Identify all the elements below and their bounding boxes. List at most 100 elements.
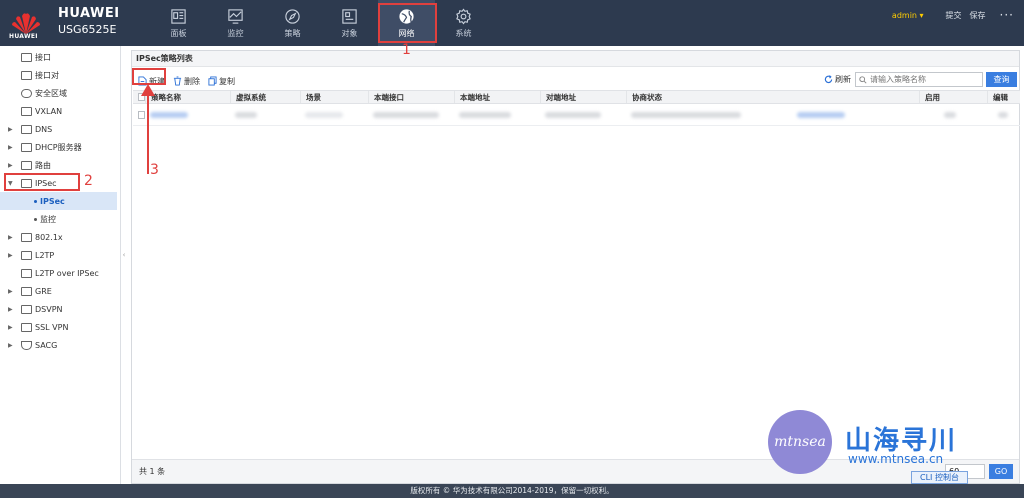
sidebar-item-label: 安全区域 xyxy=(35,88,67,98)
save-link[interactable]: 保存 xyxy=(970,10,986,21)
vxlan-icon xyxy=(21,106,32,116)
total-count: 共 1 条 xyxy=(139,467,166,476)
cell-vsys xyxy=(230,104,300,125)
nav-monitor[interactable]: 监控 xyxy=(207,0,264,46)
expand-arrow-icon[interactable]: ▶ xyxy=(8,162,13,169)
column-negotiation-status[interactable]: 协商状态 xyxy=(626,91,919,103)
query-button[interactable]: 查询 xyxy=(986,72,1017,87)
annotation-box-network xyxy=(378,3,437,43)
sidebar-item-8021x[interactable]: ▶ 802.1x xyxy=(0,228,120,246)
watermark-url: www.mtnsea.cn xyxy=(848,452,944,466)
sidebar-collapse-handle[interactable]: ‹ xyxy=(121,210,127,300)
main-nav: 面板 监控 策略 对象 网络 系统 xyxy=(150,0,492,46)
sidebar-item-security-zone[interactable]: 安全区域 xyxy=(0,84,120,102)
submit-link[interactable]: 提交 xyxy=(946,10,962,21)
cell-scene xyxy=(300,104,368,125)
search-box xyxy=(855,72,983,87)
column-local-interface[interactable]: 本端接口 xyxy=(368,91,454,103)
expand-arrow-icon[interactable]: ▶ xyxy=(8,126,13,133)
sidebar-item-l2tp[interactable]: ▶ L2TP xyxy=(0,246,120,264)
sidebar-item-label: 802.1x xyxy=(35,232,63,242)
nav-system[interactable]: 系统 xyxy=(435,0,492,46)
toolbar-right: 刷新 查询 xyxy=(824,72,1017,87)
ssl-vpn-icon xyxy=(21,322,32,332)
sidebar-item-label: SSL VPN xyxy=(35,322,69,332)
sidebar-item-route[interactable]: ▶ 路由 xyxy=(0,156,120,174)
cell-edit[interactable] xyxy=(987,104,1020,125)
column-vsys[interactable]: 虚拟系统 xyxy=(230,91,300,103)
refresh-label: 刷新 xyxy=(835,75,851,84)
gre-icon xyxy=(21,286,32,296)
column-peer-address[interactable]: 对端地址 xyxy=(540,91,626,103)
dhcp-icon xyxy=(21,142,32,152)
expand-arrow-icon[interactable]: ▶ xyxy=(8,306,13,313)
watermark-logo-text: mtnsea xyxy=(774,434,826,450)
sidebar-item-dhcp-server[interactable]: ▶ DHCP服务器 xyxy=(0,138,120,156)
sidebar-item-label: GRE xyxy=(35,286,52,296)
search-input[interactable] xyxy=(870,75,978,84)
sidebar-item-interface-pair[interactable]: 接口对 xyxy=(0,66,120,84)
expand-arrow-icon[interactable]: ▶ xyxy=(8,288,13,295)
sidebar-item-label: 接口对 xyxy=(35,70,59,80)
annotation-number-3: 3 xyxy=(150,162,159,178)
refresh-button[interactable]: 刷新 xyxy=(824,74,851,85)
search-icon xyxy=(859,75,867,84)
sidebar-item-label: IPSec xyxy=(40,196,65,206)
nav-system-label: 系统 xyxy=(455,28,472,38)
cell-negotiation-status xyxy=(626,104,919,125)
brand-name: HUAWEI xyxy=(58,6,120,21)
copyright-bar: 版权所有 © 华为技术有限公司2014-2019，保留一切权利。 xyxy=(0,484,1024,498)
copy-button[interactable]: 复制 xyxy=(208,76,235,87)
sidebar-item-label: L2TP over IPSec xyxy=(35,268,99,278)
nav-dashboard[interactable]: 面板 xyxy=(150,0,207,46)
expand-arrow-icon[interactable]: ▶ xyxy=(8,342,13,349)
expand-arrow-icon[interactable]: ▶ xyxy=(8,324,13,331)
policy-table: 策略名称 虚拟系统 场景 本端接口 本端地址 对端地址 协商状态 启用 编辑 xyxy=(133,90,1020,126)
table-row[interactable] xyxy=(133,104,1020,126)
column-scene[interactable]: 场景 xyxy=(300,91,368,103)
cli-console-tab[interactable]: CLI 控制台 xyxy=(911,471,968,484)
sidebar-item-ipsec-monitor[interactable]: 监控 xyxy=(0,210,120,228)
sidebar-item-dns[interactable]: ▶ DNS xyxy=(0,120,120,138)
column-edit[interactable]: 编辑 xyxy=(987,91,1020,103)
expand-arrow-icon[interactable]: ▶ xyxy=(8,252,13,259)
cell-local-interface xyxy=(368,104,454,125)
go-button[interactable]: GO xyxy=(989,464,1013,479)
sidebar-item-label: 监控 xyxy=(40,214,56,224)
column-enabled[interactable]: 启用 xyxy=(919,91,987,103)
l2tp-icon xyxy=(21,250,32,260)
sidebar-item-l2tp-over-ipsec[interactable]: L2TP over IPSec xyxy=(0,264,120,282)
sidebar-item-ipsec-policy[interactable]: IPSec xyxy=(0,192,117,210)
user-menu[interactable]: admin ▾ xyxy=(892,11,924,20)
gear-icon xyxy=(456,7,471,25)
bullet-icon xyxy=(34,218,37,221)
interface-icon xyxy=(21,52,32,62)
8021x-icon xyxy=(21,232,32,242)
annotation-number-2: 2 xyxy=(84,173,93,189)
route-icon xyxy=(21,160,32,170)
sidebar-item-interface[interactable]: 接口 xyxy=(0,48,120,66)
sidebar-item-dsvpn[interactable]: ▶ DSVPN xyxy=(0,300,120,318)
cell-enabled[interactable] xyxy=(919,104,987,125)
sidebar-item-label: DSVPN xyxy=(35,304,63,314)
sidebar-item-gre[interactable]: ▶ GRE xyxy=(0,282,120,300)
sidebar-item-label: DHCP服务器 xyxy=(35,142,82,152)
expand-arrow-icon[interactable]: ▶ xyxy=(8,144,13,151)
sidebar-item-label: L2TP xyxy=(35,250,55,260)
expand-arrow-icon[interactable]: ▶ xyxy=(8,234,13,241)
more-icon[interactable]: ··· xyxy=(1000,8,1014,22)
nav-dashboard-label: 面板 xyxy=(170,28,187,38)
column-local-address[interactable]: 本端地址 xyxy=(454,91,540,103)
nav-object[interactable]: 对象 xyxy=(321,0,378,46)
sidebar-item-ssl-vpn[interactable]: ▶ SSL VPN xyxy=(0,318,120,336)
sidebar-item-vxlan[interactable]: VXLAN xyxy=(0,102,120,120)
compass-icon xyxy=(285,8,300,24)
delete-button[interactable]: 删除 xyxy=(173,76,200,87)
sacg-shield-icon xyxy=(21,340,32,350)
nav-policy-label: 策略 xyxy=(284,28,301,38)
sidebar-item-sacg[interactable]: ▶ SACG xyxy=(0,336,120,354)
nav-policy[interactable]: 策略 xyxy=(264,0,321,46)
table-header: 策略名称 虚拟系统 场景 本端接口 本端地址 对端地址 协商状态 启用 编辑 xyxy=(133,90,1020,104)
device-model: USG6525E xyxy=(58,23,117,36)
nav-object-label: 对象 xyxy=(341,28,358,38)
